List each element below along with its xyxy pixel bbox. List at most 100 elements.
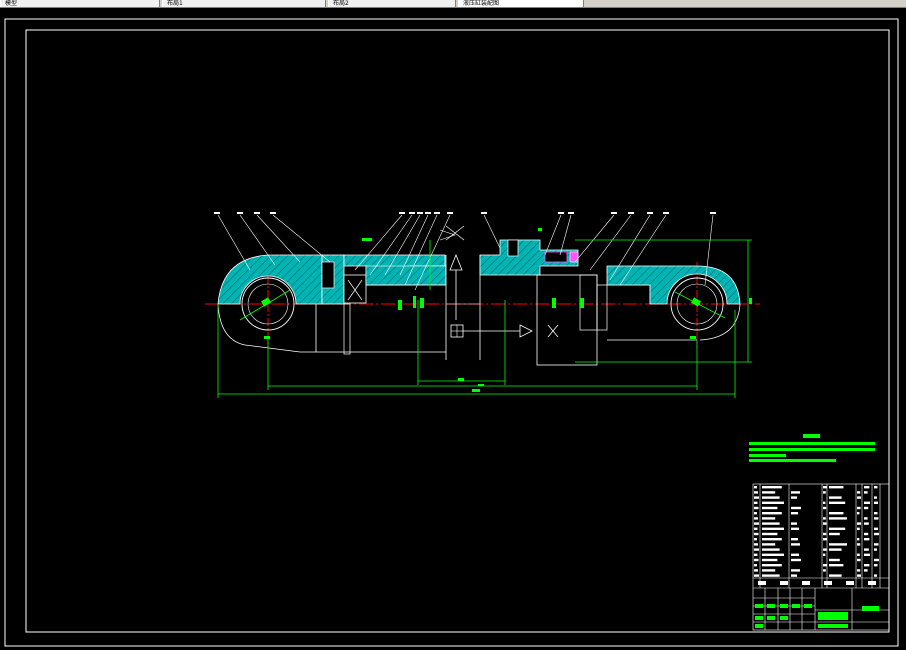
right-eye-section xyxy=(606,265,741,305)
parts-list-cell xyxy=(754,512,757,515)
parts-list-cell xyxy=(829,543,847,546)
parts-list-cell xyxy=(874,517,879,520)
parts-list-cell xyxy=(754,522,759,525)
parts-list-cell xyxy=(829,496,842,499)
parts-list-cell xyxy=(762,512,782,515)
tab-drawing[interactable]: 液压缸装配图 xyxy=(458,0,584,7)
parts-list-cell xyxy=(829,527,846,530)
parts-list-cell xyxy=(791,569,800,572)
parts-list-cell xyxy=(762,553,784,556)
parts-list-cell xyxy=(823,517,826,520)
parts-list-cell xyxy=(864,569,868,572)
left-eye-outline xyxy=(217,303,317,353)
parts-list-cell xyxy=(754,538,757,541)
parts-list-cell xyxy=(857,538,860,541)
parts-list-header-cell xyxy=(802,581,810,585)
parts-list-cell xyxy=(874,496,877,499)
parts-list-cell xyxy=(762,501,784,504)
parts-list-cell xyxy=(864,553,870,556)
parts-list-cell xyxy=(762,558,778,562)
parts-list-cell xyxy=(864,506,869,510)
balloon-marks xyxy=(214,212,716,214)
parts-list-cell xyxy=(857,491,861,494)
parts-list-cell xyxy=(754,506,759,510)
flow-arrow-right xyxy=(519,324,533,338)
parts-list-cell xyxy=(791,553,799,556)
parts-list-cell xyxy=(762,564,782,567)
parts-list-cell xyxy=(864,517,868,520)
parts-list-cell xyxy=(829,564,844,567)
parts-list-cell xyxy=(829,574,842,577)
tab-label: 布局1 xyxy=(167,0,183,7)
parts-list-cell xyxy=(762,569,776,572)
parts-list-cell xyxy=(754,532,759,536)
technical-requirements xyxy=(749,434,875,462)
parts-list-cell xyxy=(754,564,757,567)
parts-list-cell xyxy=(823,548,827,551)
seal xyxy=(544,251,568,263)
tab-label: 布局2 xyxy=(333,0,349,7)
layout-tab-bar: 模型 布局1 布局2 液压缸装配图 xyxy=(0,0,906,8)
parts-list-cell xyxy=(791,491,800,494)
parts-list-cell xyxy=(864,564,870,567)
parts-list-cell xyxy=(864,501,870,504)
parts-list-cell xyxy=(754,527,758,530)
parts-list-cell xyxy=(754,558,759,562)
tab-layout-2[interactable]: 布局2 xyxy=(328,0,456,7)
parts-list-cell xyxy=(874,574,877,577)
parts-list-cell xyxy=(823,522,827,525)
parts-list-cell xyxy=(791,506,801,510)
drawing-canvas[interactable] xyxy=(0,8,906,650)
parts-list-cell xyxy=(829,532,840,536)
parts-list-cell xyxy=(791,538,798,541)
parts-list-cell xyxy=(762,543,776,546)
parts-list-cell xyxy=(754,543,758,546)
parts-list-cell xyxy=(762,491,776,494)
parts-list-cell xyxy=(823,501,826,504)
parts-list-cell xyxy=(829,558,840,562)
parts-list-cell xyxy=(754,553,758,556)
tab-model[interactable]: 模型 xyxy=(0,0,160,7)
parts-list-cell xyxy=(823,564,827,567)
title-block-green xyxy=(755,604,879,628)
parts-list-cell xyxy=(857,527,860,530)
parts-list-cell xyxy=(791,512,798,515)
parts-list-cell xyxy=(754,491,758,494)
parts-list-cell xyxy=(864,486,870,489)
parts-list-cell xyxy=(874,532,879,536)
tab-layout-1[interactable]: 布局1 xyxy=(162,0,326,7)
parts-list-cell xyxy=(823,532,827,536)
parts-list-cell xyxy=(754,501,758,504)
parts-list-cell xyxy=(791,527,799,530)
parts-list-cell xyxy=(857,496,861,499)
parts-list-header-cell xyxy=(824,581,832,585)
parts-list-cell xyxy=(791,574,797,577)
parts-list-cell xyxy=(754,548,759,551)
parts-list-cell xyxy=(864,538,870,541)
parts-list-cell xyxy=(864,532,869,536)
parts-list-cell xyxy=(762,538,782,541)
parts-list-cell xyxy=(791,522,797,525)
parts-list-cell xyxy=(823,538,827,541)
piston xyxy=(343,274,367,304)
tab-label: 液压缸装配图 xyxy=(463,0,500,7)
parts-list-header-cell xyxy=(868,581,876,585)
parts-list-cell xyxy=(857,558,861,562)
parts-list-cell xyxy=(857,543,861,546)
rear-cap-groove xyxy=(321,261,335,289)
tab-label: 模型 xyxy=(5,0,18,7)
left-eye-section xyxy=(217,254,323,305)
parts-list-header-cell xyxy=(780,581,788,585)
parts-list-cell xyxy=(857,553,860,556)
parts-list-cell xyxy=(791,496,797,499)
parts-list-cell xyxy=(823,491,826,494)
parts-list-cell xyxy=(762,548,780,551)
parts-list-entries xyxy=(754,486,879,585)
parts-list-cell xyxy=(857,569,861,572)
parts-list-cell xyxy=(791,543,800,546)
parts-list-cell xyxy=(762,496,780,499)
outer-border xyxy=(4,18,899,647)
parts-list-cell xyxy=(857,506,861,510)
parts-list-cell xyxy=(829,548,842,551)
parts-list-cell xyxy=(829,517,847,520)
